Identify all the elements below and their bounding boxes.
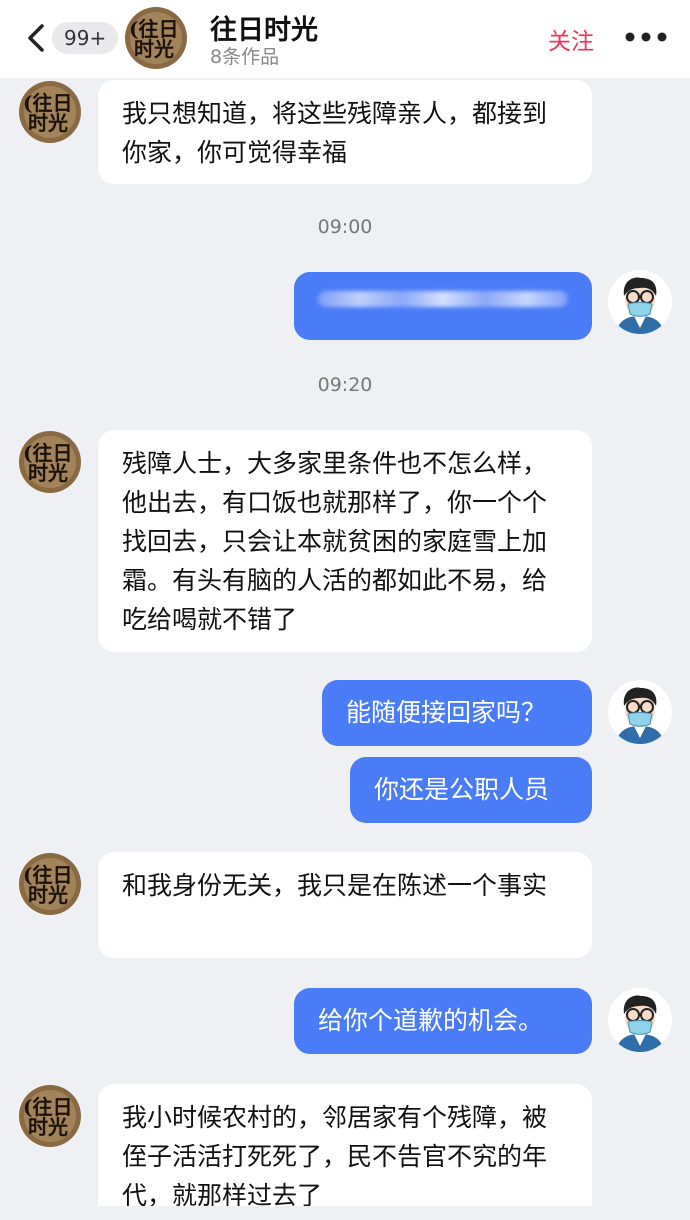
my-avatar[interactable] [608, 270, 672, 334]
message-bubble-left[interactable]: 我小时候农村的，邻居家有个残障，被侄子活活打死死了，民不告官不究的年代，就那样过… [98, 1084, 592, 1220]
message-bubble-right[interactable]: 给你个道歉的机会。 [294, 988, 592, 1054]
unread-badge[interactable]: 99+ [52, 22, 119, 54]
works-count[interactable]: 8条作品 [210, 42, 279, 69]
message-bubble-left[interactable]: 我只想知道，将这些残障亲人，都接到你家，你可觉得幸福 [98, 80, 592, 184]
sender-avatar[interactable] [18, 852, 82, 916]
my-avatar[interactable] [608, 680, 672, 744]
my-avatar[interactable] [608, 988, 672, 1052]
sender-avatar[interactable] [18, 430, 82, 494]
follow-button[interactable]: 关注 [548, 22, 594, 56]
timestamp: 09:20 [317, 374, 373, 396]
contact-avatar[interactable] [124, 6, 188, 70]
sender-avatar[interactable] [18, 1084, 82, 1148]
chat-page: 99+ 往日时光 8条作品 关注 我只想知道，将这些残障亲人，都接到你家，你可觉… [0, 0, 690, 1220]
chevron-left-icon[interactable] [22, 20, 54, 56]
blurred-text [318, 291, 568, 307]
timestamp: 09:00 [317, 216, 373, 238]
message-bubble-right[interactable]: 你还是公职人员 [350, 757, 592, 823]
message-bubble-right[interactable]: 能随便接回家吗？ [322, 680, 592, 746]
chat-header: 99+ 往日时光 8条作品 关注 [0, 0, 690, 78]
message-bubble-left[interactable]: 和我身份无关，我只是在陈述一个事实 [98, 852, 592, 958]
bottom-edge [0, 1206, 690, 1220]
message-bubble-left[interactable]: 残障人士，大多家里条件也不怎么样，他出去，有口饭也就那样了，你一个个找回去，只会… [98, 430, 592, 652]
sender-avatar[interactable] [18, 80, 82, 144]
more-dots-icon[interactable] [622, 30, 670, 44]
